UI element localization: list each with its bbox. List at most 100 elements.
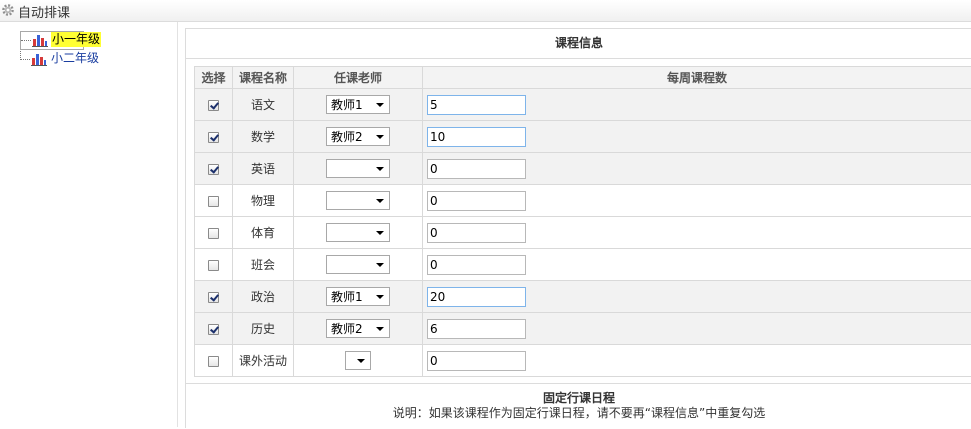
weekly-count-cell: 0	[423, 217, 971, 249]
course-name: 课外活动	[233, 345, 294, 377]
course-name: 体育	[233, 217, 294, 249]
dropdown-arrow-icon	[376, 135, 384, 139]
table-header-row: 选择 课程名称 任课老师 每周课程数	[195, 67, 971, 89]
table-row: 班会 0	[195, 249, 971, 281]
weekly-count-input[interactable]: 0	[427, 255, 526, 275]
tree-branch-line	[21, 40, 31, 41]
teacher-select[interactable]: 教师1	[326, 95, 390, 114]
course-table: 选择 课程名称 任课老师 每周课程数 语文教师15数学教师210英语0物理0体育…	[194, 66, 971, 377]
dropdown-arrow-icon	[376, 263, 384, 267]
select-cell	[195, 345, 233, 377]
teacher-cell	[294, 249, 423, 281]
column-header-weekly-count: 每周课程数	[423, 67, 971, 89]
tree-item-grade-1[interactable]: 小一年级	[20, 31, 84, 50]
course-checkbox[interactable]	[208, 260, 219, 271]
course-name: 班会	[233, 249, 294, 281]
teacher-select[interactable]: 教师2	[326, 127, 390, 146]
weekly-count-input[interactable]: 0	[427, 223, 526, 243]
table-row: 数学 教师2 10	[195, 121, 971, 153]
weekly-count-cell: 6	[423, 313, 971, 345]
section-title: 课程信息	[186, 29, 971, 59]
dropdown-arrow-icon	[376, 295, 384, 299]
course-panel: 课程信息 选择 课程名称 任课老师 每周课程数 语文教师15数学教师210英语0…	[185, 28, 971, 428]
header-bar: 自动排课	[0, 0, 971, 22]
course-name: 英语	[233, 153, 294, 185]
teacher-select-value: 教师1	[331, 98, 363, 112]
course-checkbox[interactable]	[208, 196, 219, 207]
column-header-select: 选择	[195, 67, 233, 89]
weekly-count-cell: 0	[423, 153, 971, 185]
weekly-count-input[interactable]: 6	[427, 319, 526, 339]
dropdown-arrow-icon	[376, 231, 384, 235]
course-name: 历史	[233, 313, 294, 345]
weekly-count-input[interactable]: 0	[427, 191, 526, 211]
teacher-select[interactable]	[326, 191, 390, 210]
bar-chart-icon	[32, 33, 48, 47]
teacher-select[interactable]	[326, 255, 390, 274]
weekly-count-cell: 20	[423, 281, 971, 313]
dropdown-arrow-icon	[357, 359, 365, 363]
course-checkbox[interactable]	[208, 324, 219, 335]
weekly-count-cell: 5	[423, 89, 971, 121]
teacher-cell: 教师2	[294, 121, 423, 153]
dropdown-arrow-icon	[376, 103, 384, 107]
weekly-count-input[interactable]: 10	[427, 127, 526, 147]
weekly-count-input[interactable]: 0	[427, 351, 526, 371]
course-checkbox[interactable]	[208, 228, 219, 239]
column-header-course-name: 课程名称	[233, 67, 294, 89]
teacher-select-value: 教师1	[331, 290, 363, 304]
teacher-select[interactable]: 教师1	[326, 287, 390, 306]
fixed-schedule-description: 说明：如果该课程作为固定行课日程，请不要再“课程信息”中重复勾选	[186, 404, 971, 421]
weekly-count-cell: 0	[423, 249, 971, 281]
column-header-teacher: 任课老师	[294, 67, 423, 89]
table-row: 课外活动 0	[195, 345, 971, 377]
course-name: 数学	[233, 121, 294, 153]
select-cell	[195, 185, 233, 217]
weekly-count-input[interactable]: 20	[427, 287, 526, 307]
course-name: 语文	[233, 89, 294, 121]
gear-icon	[1, 3, 15, 17]
teacher-select[interactable]	[345, 351, 371, 370]
dropdown-arrow-icon	[376, 199, 384, 203]
teacher-cell: 教师1	[294, 89, 423, 121]
dropdown-arrow-icon	[376, 167, 384, 171]
teacher-cell	[294, 217, 423, 249]
teacher-cell: 教师1	[294, 281, 423, 313]
teacher-select[interactable]	[326, 159, 390, 178]
teacher-cell	[294, 185, 423, 217]
tree-item-label: 小一年级	[51, 32, 101, 47]
teacher-select-value: 教师2	[331, 322, 363, 336]
teacher-select[interactable]	[326, 223, 390, 242]
table-row: 体育 0	[195, 217, 971, 249]
course-checkbox[interactable]	[208, 100, 219, 111]
course-checkbox[interactable]	[208, 292, 219, 303]
teacher-cell: 教师2	[294, 313, 423, 345]
tree-item-label: 小二年级	[50, 51, 100, 66]
table-row: 语文 教师1 5	[195, 89, 971, 121]
fixed-schedule-section: 固定行课日程 说明：如果该课程作为固定行课日程，请不要再“课程信息”中重复勾选	[186, 383, 971, 429]
teacher-select[interactable]: 教师2	[326, 319, 390, 338]
course-name: 物理	[233, 185, 294, 217]
course-name: 政治	[233, 281, 294, 313]
course-checkbox[interactable]	[208, 356, 219, 367]
course-checkbox[interactable]	[208, 132, 219, 143]
weekly-count-cell: 0	[423, 185, 971, 217]
teacher-select-value: 教师2	[331, 130, 363, 144]
weekly-count-cell: 0	[423, 345, 971, 377]
weekly-count-input[interactable]: 5	[427, 95, 526, 115]
table-row: 政治 教师1 20	[195, 281, 971, 313]
course-checkbox[interactable]	[208, 164, 219, 175]
weekly-count-input[interactable]: 0	[427, 159, 526, 179]
table-row: 英语 0	[195, 153, 971, 185]
table-row: 历史 教师2 6	[195, 313, 971, 345]
select-cell	[195, 121, 233, 153]
select-cell	[195, 217, 233, 249]
select-cell	[195, 249, 233, 281]
select-cell	[195, 281, 233, 313]
teacher-cell	[294, 345, 423, 377]
grade-tree: 小一年级 小二年级	[0, 22, 178, 427]
weekly-count-cell: 10	[423, 121, 971, 153]
select-cell	[195, 313, 233, 345]
table-row: 物理 0	[195, 185, 971, 217]
select-cell	[195, 89, 233, 121]
